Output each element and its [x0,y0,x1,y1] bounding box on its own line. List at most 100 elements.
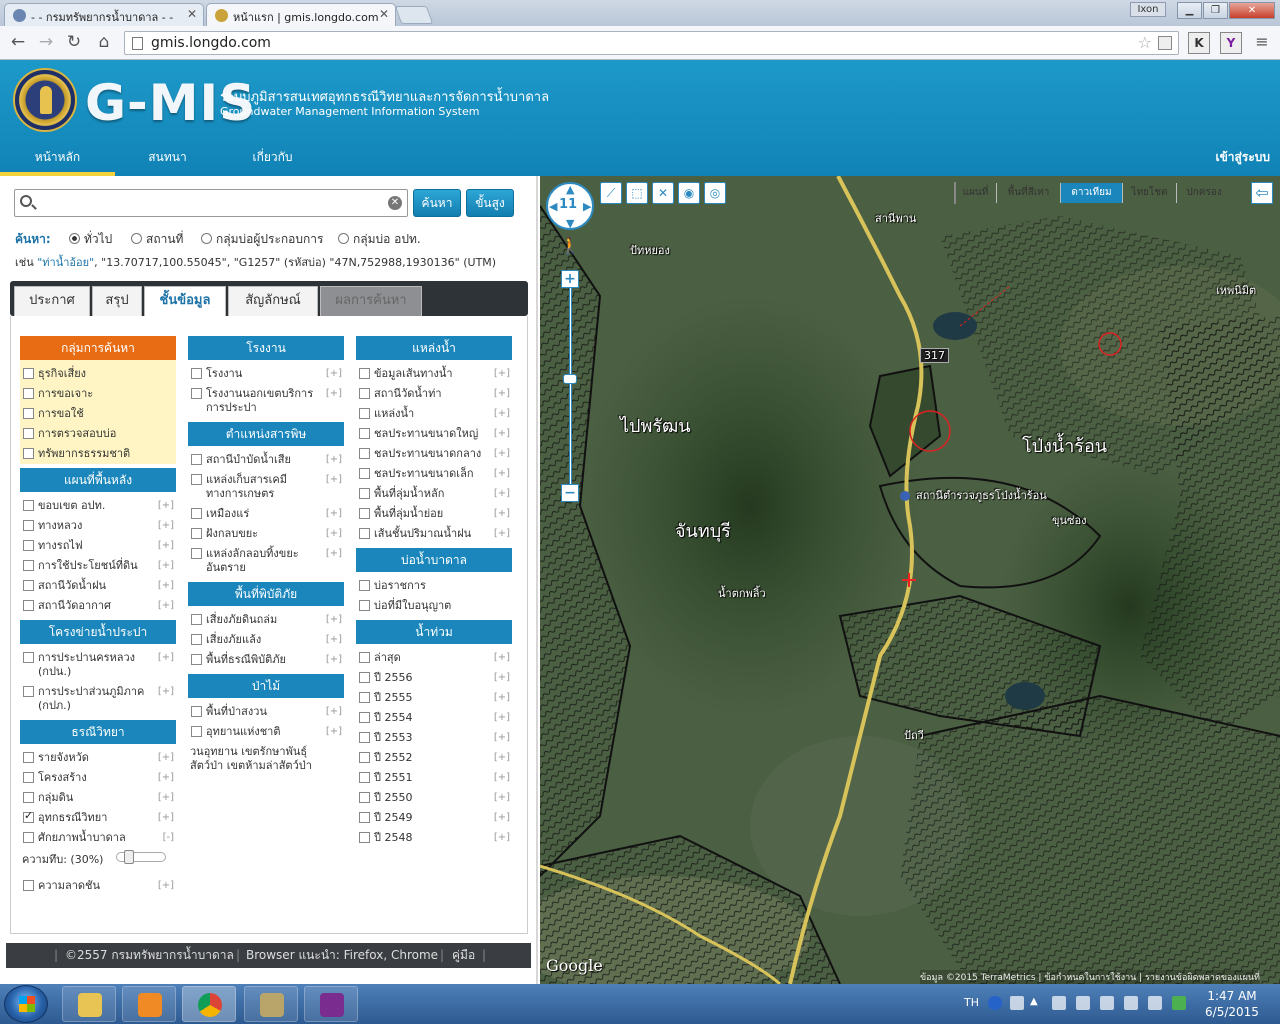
layer-checkbox[interactable] [23,880,34,891]
layer-checkbox[interactable] [23,560,34,571]
user-profile-badge[interactable]: Ixon [1130,2,1166,17]
layer-item[interactable]: อุทยานแห่งชาติ [+] [188,722,344,742]
layer-checkbox[interactable] [191,474,202,485]
layer-item[interactable]: การประปานครหลวง (กปน.) [+] [20,648,176,682]
layer-item[interactable]: สถานีวัดอากาศ [+] [20,596,176,616]
expand-toggle[interactable]: [+] [494,367,510,381]
expand-toggle[interactable]: [+] [494,711,510,725]
keyboard-icon[interactable] [1010,996,1024,1010]
start-button[interactable] [4,985,48,1023]
layer-item[interactable]: ขอบเขต อปท. [+] [20,496,176,516]
layer-item[interactable]: อุทกธรณีวิทยา [+] [20,808,176,828]
layer-item[interactable]: พื้นที่ป่าสงวน [+] [188,702,344,722]
layer-checkbox[interactable] [191,706,202,717]
measure-area-icon[interactable]: ⬚ [626,182,648,204]
layer-item[interactable]: ปี 2550 [+] [356,788,512,808]
radio-place[interactable]: สถานที่ [131,230,183,249]
expand-toggle[interactable]: [+] [158,519,174,533]
search-button[interactable]: ค้นหา [413,189,461,217]
layer-checkbox[interactable] [359,832,370,843]
layer-checkbox[interactable] [191,614,202,625]
chrome-taskbar-button[interactable] [182,986,236,1022]
pan-left-icon[interactable]: ◀ [549,201,557,212]
layer-item[interactable]: ทรัพยากรธรรมชาติ [20,444,176,464]
layer-checkbox[interactable] [23,792,34,803]
close-window-button[interactable]: ✕ [1229,2,1275,19]
expand-toggle[interactable]: [+] [326,613,342,627]
expand-toggle[interactable]: [+] [158,499,174,513]
layer-item[interactable]: โรงงานนอกเขตบริการการประปา [+] [188,384,344,418]
show-hidden-icon[interactable]: ▲ [1030,996,1044,1010]
expand-toggle[interactable]: [+] [158,751,174,765]
layer-checkbox[interactable] [23,686,34,697]
layer-checkbox[interactable] [359,600,370,611]
expand-toggle[interactable]: [+] [494,487,510,501]
expand-toggle[interactable]: [+] [494,831,510,845]
layer-item[interactable]: ปี 2556 [+] [356,668,512,688]
layer-item[interactable]: รายจังหวัด [+] [20,748,176,768]
radio-operator-wells[interactable]: กลุ่มบ่อผู้ประกอบการ [201,230,323,249]
layer-item[interactable]: ชลประทานขนาดเล็ก [+] [356,464,512,484]
street-view-person-icon[interactable]: 🚶 [560,236,580,255]
system-clock[interactable]: 1:47 AM 6/5/2015 [1200,988,1264,1020]
close-tab-icon[interactable]: ✕ [379,7,389,21]
expand-toggle[interactable]: [+] [158,579,174,593]
layer-checkbox[interactable] [23,428,34,439]
login-link[interactable]: เข้าสู่ระบบ [1216,148,1271,167]
layer-checkbox[interactable] [359,368,370,379]
measure-distance-icon[interactable]: ⟋ [600,182,622,204]
expand-toggle[interactable]: [+] [326,547,342,561]
layer-checkbox[interactable] [23,832,34,843]
layer-checkbox[interactable] [359,428,370,439]
pan-up-icon[interactable]: ▲ [566,184,574,195]
layer-item[interactable]: ปี 2552 [+] [356,748,512,768]
expand-toggle[interactable]: [+] [494,691,510,705]
menu-icon[interactable]: ≡ [1252,33,1272,51]
paint-taskbar-button[interactable] [244,986,298,1022]
view-icon[interactable]: ◎ [704,182,726,204]
settings-icon[interactable] [1124,996,1138,1010]
collapse-panel-icon[interactable]: ⇦ [1251,182,1273,204]
transparency-slider[interactable] [116,850,166,864]
expand-toggle[interactable]: [+] [158,879,174,893]
expand-toggle[interactable]: [+] [326,705,342,719]
onenote-taskbar-button[interactable] [304,986,358,1022]
help-icon[interactable] [988,996,1002,1010]
layer-checkbox[interactable] [23,772,34,783]
layer-map[interactable]: แผนที่ [955,183,997,203]
flag-icon[interactable] [1076,996,1090,1010]
expand-toggle[interactable]: [+] [326,653,342,667]
layer-item[interactable]: ทางรถไฟ [+] [20,536,176,556]
layer-checkbox[interactable] [359,652,370,663]
expand-toggle[interactable]: [+] [494,751,510,765]
layer-item[interactable]: แหล่งน้ำ [+] [356,404,512,424]
expand-toggle[interactable]: [+] [494,771,510,785]
layer-checkbox[interactable] [359,388,370,399]
layer-item[interactable]: พื้นที่ลุ่มน้ำหลัก [+] [356,484,512,504]
zoom-slider[interactable]: + − [561,270,579,502]
tab-summary[interactable]: สรุป [92,286,142,316]
layer-checkbox[interactable] [359,772,370,783]
zoom-out-button[interactable]: − [561,484,579,502]
layer-checkbox[interactable] [359,752,370,763]
layer-item[interactable]: ฝังกลบขยะ [+] [188,524,344,544]
radio-general[interactable]: ทั่วไป [69,230,112,249]
layer-item[interactable]: ล่าสุด [+] [356,648,512,668]
expand-toggle[interactable]: [+] [494,811,510,825]
tab-search-results[interactable]: ผลการค้นหา [320,286,422,316]
layer-gray[interactable]: พื้นที่สีเทา [997,183,1061,203]
layer-checkbox[interactable] [191,508,202,519]
expand-toggle[interactable]: [+] [326,367,342,381]
layer-item[interactable]: สถานีวัดน้ำฝน [+] [20,576,176,596]
expand-toggle[interactable]: [+] [158,651,174,665]
layer-item[interactable]: ปี 2553 [+] [356,728,512,748]
layer-item[interactable]: เหมืองแร่ [+] [188,504,344,524]
layer-item[interactable]: สถานีวัดน้ำท่า [+] [356,384,512,404]
layer-checkbox[interactable] [359,812,370,823]
layer-checkbox[interactable] [191,368,202,379]
layer-item[interactable]: แหล่งลักลอบทิ้งขยะอันตราย [+] [188,544,344,578]
expand-toggle[interactable]: [+] [494,447,510,461]
layer-thaichote[interactable]: ไทยโชต [1123,183,1177,203]
menu-about[interactable]: เกี่ยวกับ [220,144,325,176]
back-icon[interactable]: ← [8,33,28,51]
